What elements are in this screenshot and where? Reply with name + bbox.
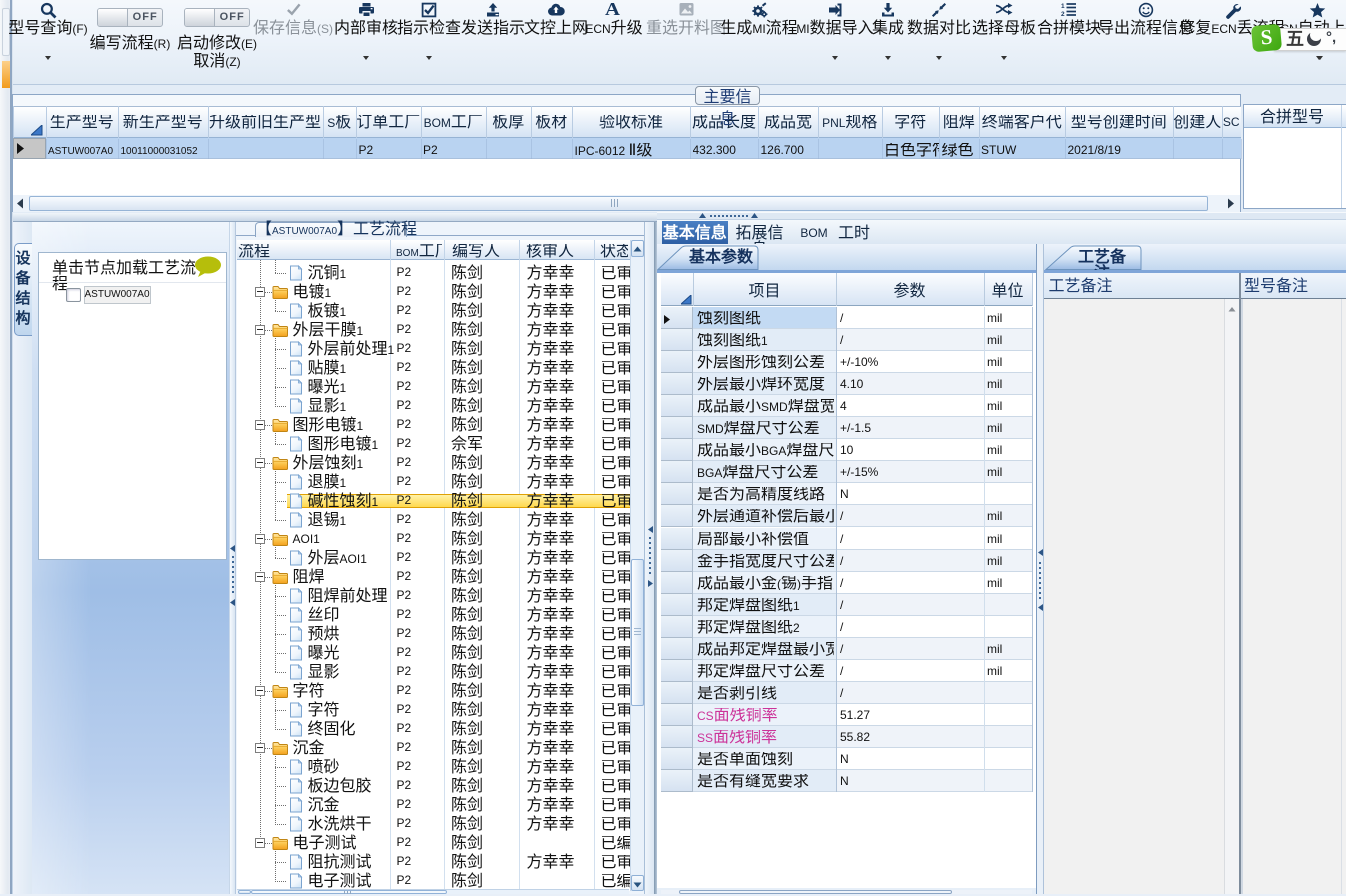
svg-text:1: 1 (1061, 3, 1065, 10)
svg-text:2: 2 (1061, 11, 1065, 17)
